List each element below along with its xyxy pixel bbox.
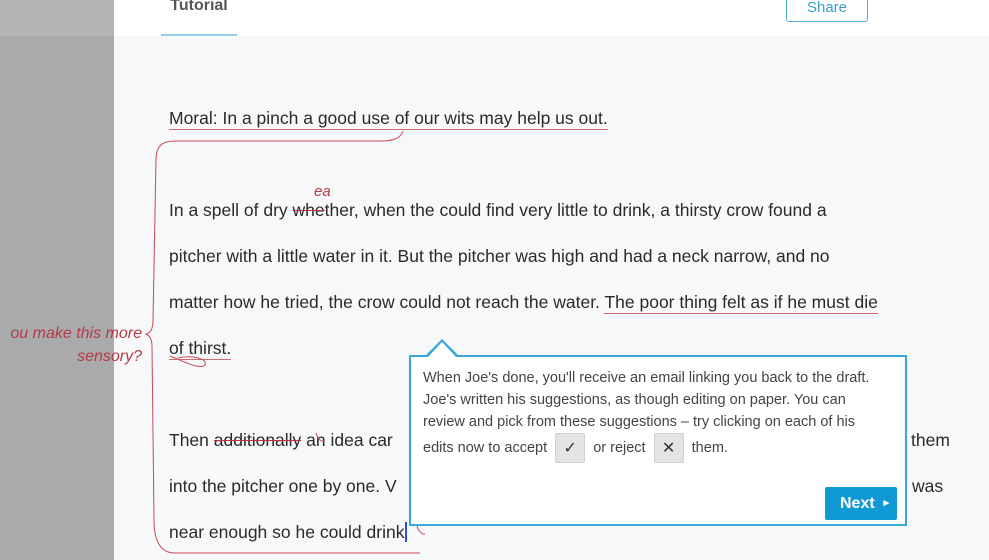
tooltip-line-4: edits now to accept ✓ or reject ✕ them. [423,433,899,463]
margin-comment-line1: ou make this more [10,325,142,342]
tooltip-line-4b: or reject [593,439,646,456]
left-gutter-top [0,0,114,36]
insertion-suggestion[interactable]: ea [314,183,331,200]
tooltip-text: When Joe's done, you'll receive an email… [423,367,899,463]
para1-line4[interactable]: of thirst. [169,338,232,360]
tutorial-tooltip: When Joe's done, you'll receive an email… [409,355,907,526]
tab-tutorial[interactable]: Tutorial [161,0,237,36]
margin-comment-line2: sensory? [77,348,142,365]
next-button-label: Next [840,495,875,512]
moral-text[interactable]: Moral: In a pinch a good use of our wits… [169,108,608,130]
tooltip-arrow-fill [428,342,456,357]
top-bar: Tutorial Share [114,0,989,36]
checkmark-icon: ✓ [563,440,577,457]
para1-line1-prefix: In a spell of dry [169,200,293,220]
moral-line[interactable]: Moral: In a pinch a good use of our wits… [169,108,608,130]
deletion-suggestion[interactable]: whe [293,200,325,220]
para2-line1-rest: an idea car [301,430,393,450]
deletion-suggestion-2[interactable]: additionally [214,430,302,450]
accept-example-button[interactable]: ✓ [555,433,586,463]
close-icon: ✕ [661,440,676,457]
para1-line1-rest: ther, when the could find very little to… [324,200,827,220]
left-gutter [0,0,114,560]
share-button-label: Share [806,0,848,16]
para1-line3-prefix: matter how he tried, the crow could not … [169,292,605,312]
highlighted-passage[interactable]: The poor thing felt as if he must die [604,292,878,314]
para1-line3: matter how he tried, the crow could not … [169,292,878,314]
para2-line1: Then additionally an idea car [169,430,393,451]
para2-line1-prefix: Then [169,430,214,450]
margin-comment[interactable]: ou make this more sensory? [10,322,142,368]
para2-line3: near enough so he could drink [169,522,413,543]
tooltip-line-1: When Joe's done, you'll receive an email… [423,370,870,386]
para1-line2: pitcher with a little water in it. But t… [169,246,830,266]
tooltip-line-3: review and pick from these suggestions –… [423,414,855,430]
tooltip-line-2: Joe's written his suggestions, as though… [423,392,846,408]
share-button[interactable]: Share [786,0,868,22]
para2-line2-end: was [912,476,944,496]
highlighted-passage-end[interactable]: of thirst. [169,338,232,360]
chevron-right-icon: ▸ [883,497,889,509]
tooltip-footer: Next ▸ [411,481,905,526]
para1-line1: In a spell of dry whether, when the coul… [169,200,827,221]
reject-example-button[interactable]: ✕ [653,433,684,463]
tooltip-line-4a: edits now to accept [423,439,548,456]
para2-line1-end: them [911,430,950,450]
tooltip-line-4c: them. [691,439,728,456]
para2-line3-text: near enough so he could drink [169,522,405,542]
next-button[interactable]: Next ▸ [825,487,897,520]
para2-line2: into the pitcher one by one. V [169,476,397,496]
